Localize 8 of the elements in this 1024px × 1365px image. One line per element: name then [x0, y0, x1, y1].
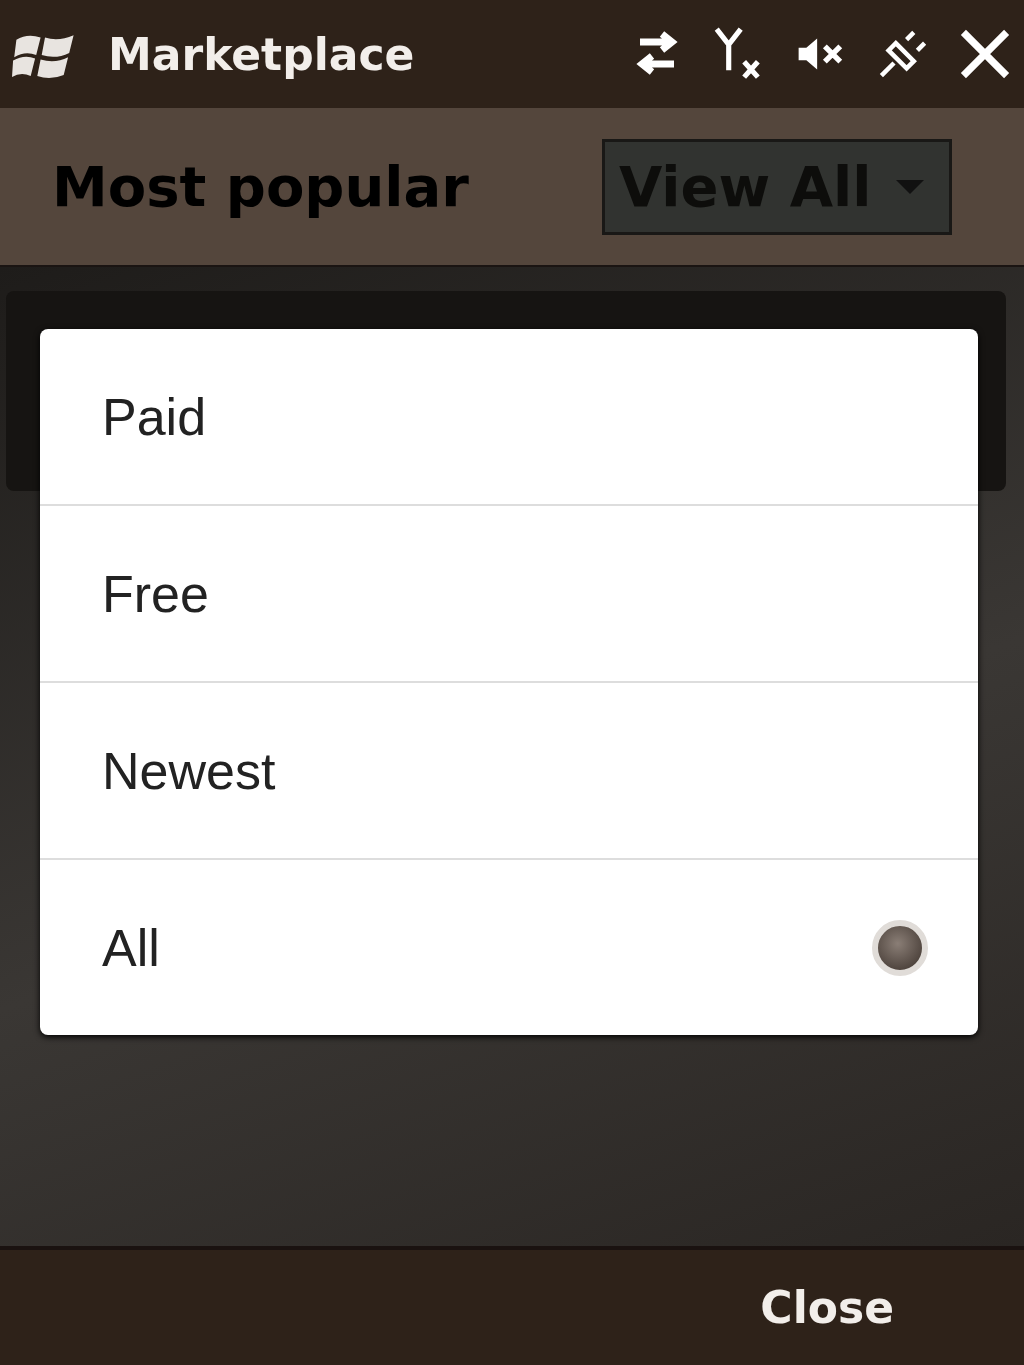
window-title: Marketplace	[108, 28, 416, 80]
menu-item[interactable]: Free	[40, 504, 978, 681]
menu-item[interactable]: Newest	[40, 681, 978, 858]
section-title: Most popular	[52, 154, 469, 219]
menu-item[interactable]: Paid	[40, 329, 978, 504]
close-button[interactable]: Close	[754, 1281, 900, 1334]
caret-icon	[895, 179, 924, 194]
menu-item[interactable]: All	[40, 858, 978, 1035]
